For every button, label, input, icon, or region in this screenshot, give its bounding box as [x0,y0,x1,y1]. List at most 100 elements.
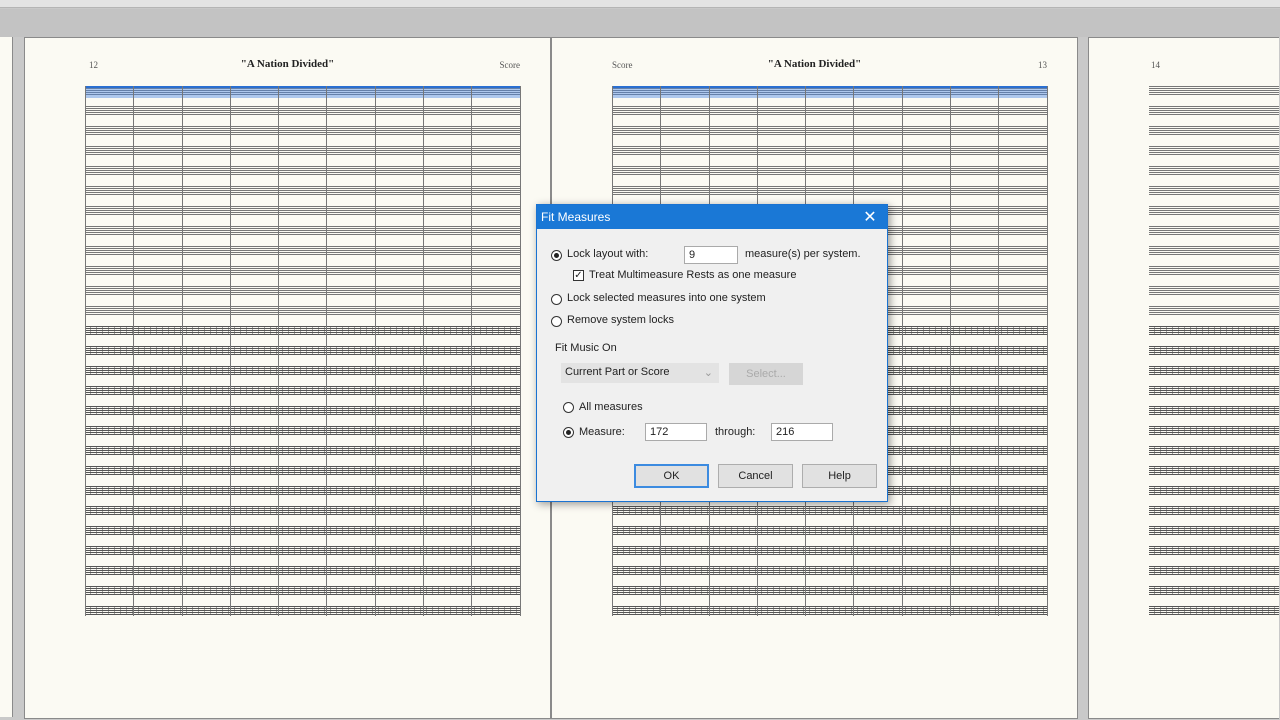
staff [612,106,1047,115]
close-icon[interactable]: ✕ [853,207,887,227]
staff [85,146,520,155]
lock-selected-radio[interactable] [551,294,562,305]
staff [1149,306,1279,315]
staff [1149,226,1279,235]
staff [612,566,1047,575]
barline [181,86,183,616]
staff [85,446,520,455]
selection-highlight [612,86,1047,98]
staff [1149,426,1279,435]
barline [422,86,424,616]
staff [1149,406,1279,415]
staff [85,106,520,115]
chevron-down-icon: ⌄ [703,367,713,379]
help-button[interactable]: Help [802,464,877,488]
fit-measures-dialog: Fit Measures ✕ Lock layout with: 9 measu… [536,204,888,502]
lock-layout-radio[interactable] [551,250,562,261]
staff [1149,546,1279,555]
staff [85,326,520,335]
staff [85,606,520,615]
barline [326,86,328,616]
staff [85,386,520,395]
cancel-button[interactable]: Cancel [718,464,793,488]
staff [85,306,520,315]
toolbar [0,0,1280,8]
barline [471,86,473,616]
score-system[interactable] [1149,86,1279,616]
staff [85,286,520,295]
staff [85,266,520,275]
page-title: "A Nation Divided" [240,58,335,70]
lock-layout-label: Lock layout with: [567,248,649,260]
staff [1149,566,1279,575]
measures-per-system-suffix: measure(s) per system. [745,248,861,260]
staff [1149,246,1279,255]
staff [1149,186,1279,195]
measure-to-input[interactable]: 216 [771,423,833,441]
barline [85,86,86,616]
staff [85,186,520,195]
staff [1149,586,1279,595]
staff [612,166,1047,175]
staff [85,426,520,435]
staff [85,566,520,575]
barline [133,86,135,616]
staff [1149,466,1279,475]
staff [612,126,1047,135]
staff [1149,506,1279,515]
score-system[interactable] [85,86,521,616]
staff [612,186,1047,195]
remove-locks-label: Remove system locks [567,314,674,326]
staff [85,526,520,535]
staff [85,546,520,555]
remove-locks-radio[interactable] [551,316,562,327]
staff [612,546,1047,555]
staff [85,166,520,175]
barline [374,86,376,616]
staff [612,506,1047,515]
ok-button[interactable]: OK [634,464,709,488]
barline [278,86,280,616]
dialog-title: Fit Measures [541,210,611,224]
staff [85,346,520,355]
barline [229,86,231,616]
page-number: 14 [1151,60,1160,70]
staff [85,366,520,375]
score-page-14[interactable]: 14 [1088,37,1279,719]
barline [901,86,903,616]
staff [612,606,1047,615]
lock-selected-label: Lock selected measures into one system [567,292,766,304]
treat-multimeasure-checkbox[interactable]: ✓ [573,270,584,281]
staff [1149,326,1279,335]
barline [949,86,951,616]
staff [1149,486,1279,495]
staff [1149,606,1279,615]
measures-per-system-input[interactable]: 9 [684,246,738,264]
score-page-12[interactable]: 12 "A Nation Divided" Score [24,37,551,719]
barline [998,86,1000,616]
staff [85,126,520,135]
staff [1149,366,1279,375]
select-button[interactable]: Select... [729,363,803,385]
staff [1149,526,1279,535]
measure-from-input[interactable]: 172 [645,423,707,441]
ruler-strip [0,9,1280,37]
staff [1149,446,1279,455]
all-measures-radio[interactable] [563,402,574,413]
staff [85,506,520,515]
staff [1149,386,1279,395]
staff [85,486,520,495]
barline [519,86,521,616]
fit-music-on-select[interactable]: Current Part or Score ⌄ [561,363,719,383]
fit-music-on-value: Current Part or Score [565,366,670,378]
staff [85,206,520,215]
staff [1149,206,1279,215]
staff [1149,346,1279,355]
staff [612,586,1047,595]
measure-range-radio[interactable] [563,427,574,438]
all-measures-label: All measures [579,401,643,413]
staff [1149,86,1279,95]
score-page-11-edge [0,37,13,717]
staff [1149,166,1279,175]
staff [85,466,520,475]
